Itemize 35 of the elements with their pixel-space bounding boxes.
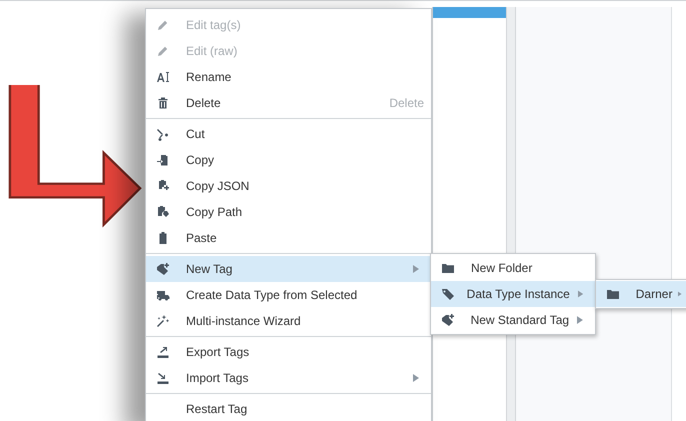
tag-plus-icon — [156, 262, 170, 276]
truck-icon — [156, 288, 170, 302]
menu-item[interactable]: Darner — [596, 281, 686, 307]
menu-item[interactable]: Copy — [146, 147, 431, 173]
pencil-icon — [156, 44, 170, 58]
menu-item[interactable]: New Folder — [431, 255, 595, 281]
menu-item[interactable]: Data Type Instance — [431, 281, 595, 307]
menu-item[interactable]: Import Tags — [146, 365, 431, 391]
clipboard-icon — [156, 153, 170, 167]
import-icon — [156, 371, 170, 385]
menu-item[interactable]: Copy JSON — [146, 173, 431, 199]
menu-item[interactable]: Paste — [146, 225, 431, 251]
tag-icon — [441, 287, 455, 301]
menu-item[interactable]: Copy Path — [146, 199, 431, 225]
menu-item[interactable]: Delete Delete — [146, 90, 431, 116]
clipboard-plus-icon — [156, 179, 170, 193]
menu-item[interactable]: Multi-instance Wizard — [146, 308, 431, 334]
folder-icon — [441, 261, 455, 275]
shortcut-label: Delete — [389, 96, 424, 110]
clipboard-tag-icon — [156, 205, 170, 219]
trash-icon — [156, 96, 170, 110]
wand-icon — [156, 314, 170, 328]
menu-item[interactable]: Restart Tag — [146, 396, 431, 421]
menu-item[interactable]: New Standard Tag — [431, 307, 595, 333]
export-icon — [156, 345, 170, 359]
tag-plus-icon — [441, 313, 455, 327]
menu-item[interactable]: New Tag — [146, 256, 431, 282]
menu-item[interactable]: Rename — [146, 64, 431, 90]
rename-icon — [156, 70, 170, 84]
menu-item[interactable]: Export Tags — [146, 339, 431, 365]
scissors-icon — [156, 127, 170, 141]
folder-icon — [606, 287, 620, 301]
menu-item[interactable]: Create Data Type from Selected — [146, 282, 431, 308]
menu-item[interactable]: Cut — [146, 121, 431, 147]
pencil-icon — [156, 18, 170, 32]
